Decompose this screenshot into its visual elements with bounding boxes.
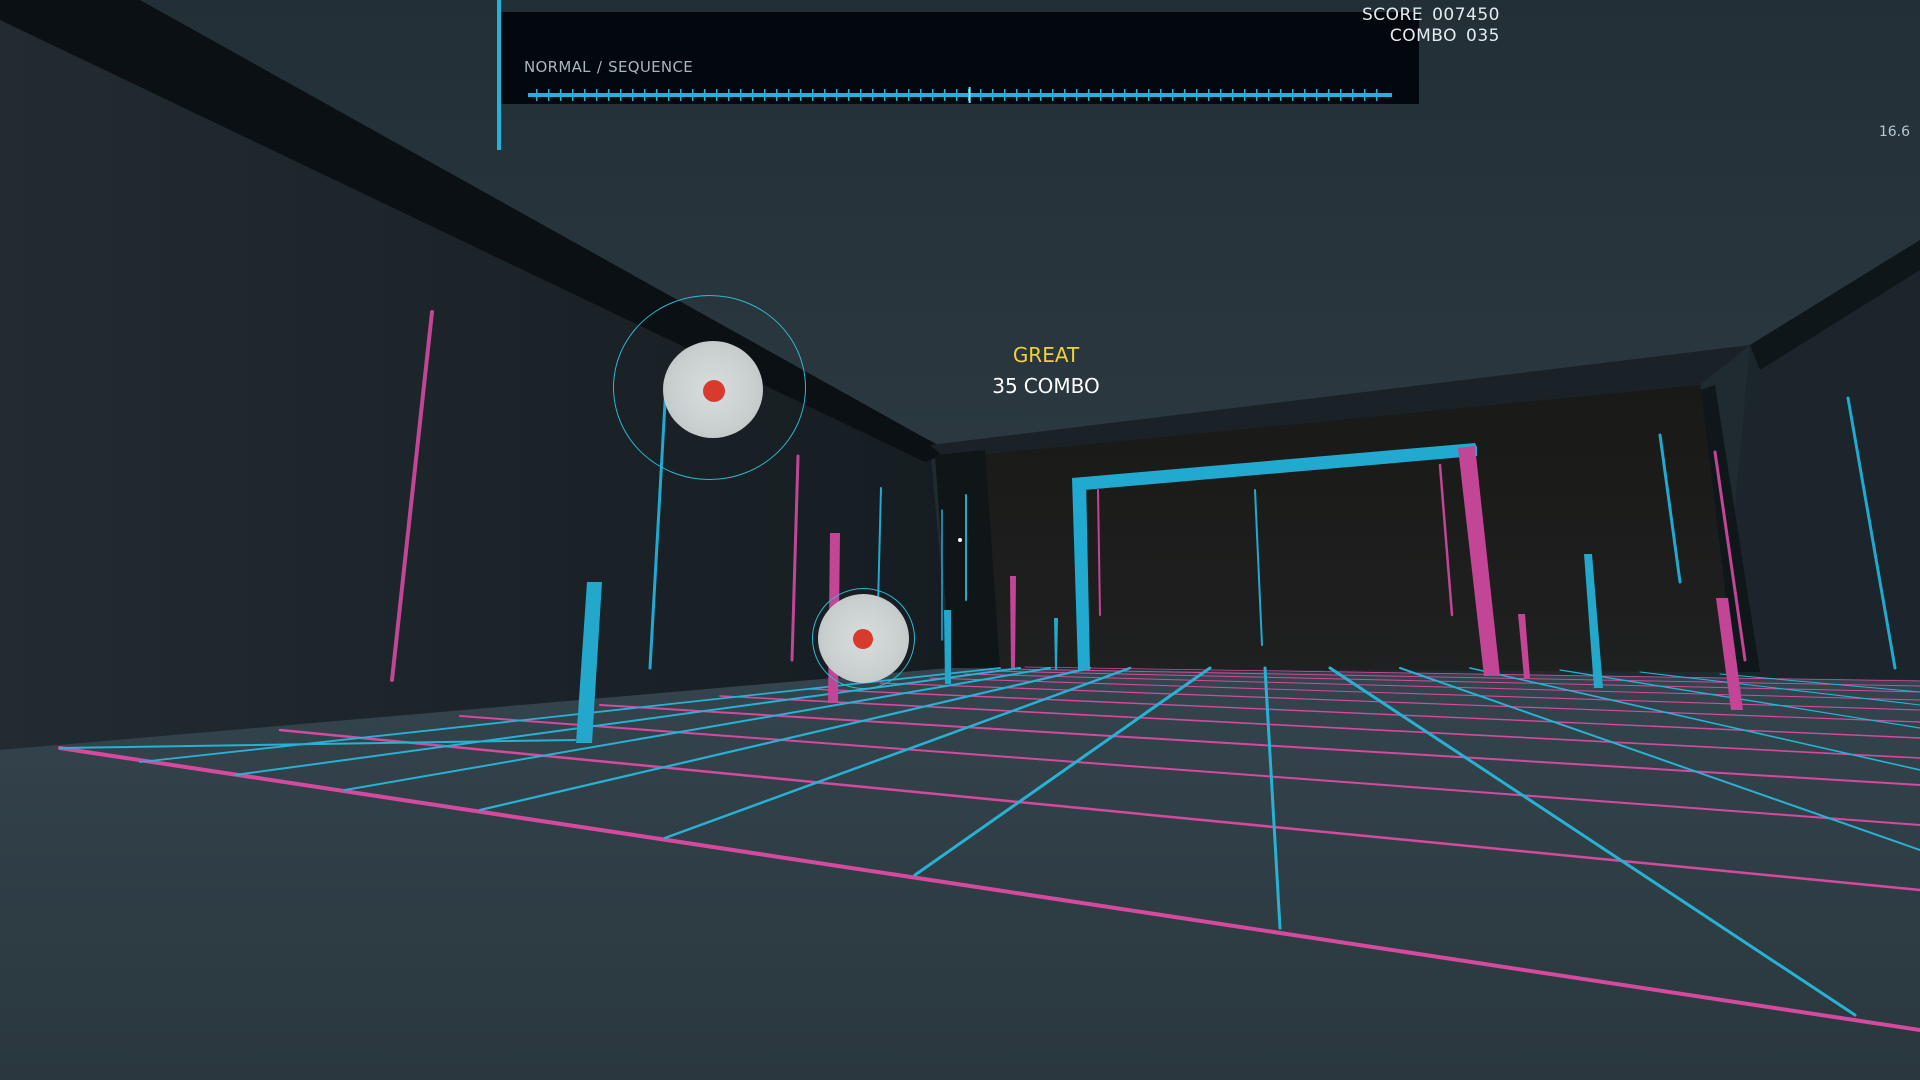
- bullseye-target-icon[interactable]: [812, 588, 916, 690]
- progress-tick: [1316, 89, 1318, 101]
- score-label: SCORE: [1361, 5, 1424, 25]
- progress-tick: [1340, 89, 1342, 101]
- progress-tick: [932, 89, 934, 101]
- progress-tick: [980, 89, 982, 101]
- progress-tick: [824, 89, 826, 101]
- progress-tick: [1220, 89, 1222, 101]
- score-line: SCORE 007450: [1362, 5, 1500, 26]
- progress-tick: [1088, 89, 1090, 101]
- progress-tick: [1304, 89, 1306, 101]
- combo-popup-text: 35 COMBO: [992, 374, 1100, 398]
- progress-tick: [584, 89, 586, 101]
- progress-tick: [548, 89, 550, 101]
- score-value: 007450: [1432, 5, 1500, 25]
- mode-name: SEQUENCE: [608, 58, 694, 76]
- progress-tick: [620, 89, 622, 101]
- progress-tick: [1028, 89, 1030, 101]
- progress-tick: [704, 89, 706, 101]
- progress-tick: [1196, 89, 1198, 101]
- progress-tick: [668, 89, 670, 101]
- progress-tick: [1244, 89, 1246, 101]
- progress-tick: [896, 89, 898, 101]
- progress-tick: [872, 89, 874, 101]
- progress-tick: [1148, 89, 1150, 101]
- progress-tick: [956, 89, 958, 101]
- progress-tick: [776, 89, 778, 101]
- progress-tick: [1256, 89, 1258, 101]
- progress-tick: [1184, 89, 1186, 101]
- progress-tick: [1124, 89, 1126, 101]
- progress-tick: [920, 89, 922, 101]
- progress-tick: [560, 89, 562, 101]
- mode-label: NORMAL / SEQUENCE: [524, 58, 693, 76]
- difficulty-label: NORMAL: [524, 58, 591, 76]
- progress-tick: [1064, 89, 1066, 101]
- progress-tick: [1040, 89, 1042, 101]
- progress-cursor: [968, 87, 971, 103]
- progress-tick: [1364, 89, 1366, 101]
- progress-tick: [1160, 89, 1162, 101]
- progress-tick: [764, 89, 766, 101]
- progress-tick: [800, 89, 802, 101]
- target-core: [703, 380, 725, 402]
- bullseye-target-icon[interactable]: [613, 295, 807, 481]
- target-core: [853, 629, 873, 649]
- combo-value: 035: [1466, 26, 1500, 46]
- progress-tick: [944, 89, 946, 101]
- progress-tick: [536, 89, 538, 101]
- combo-line: COMBO 035: [1362, 26, 1500, 47]
- song-progress-bar: [528, 87, 1392, 103]
- progress-track: [528, 93, 1392, 97]
- progress-tick: [632, 89, 634, 101]
- combo-label: COMBO: [1389, 26, 1458, 46]
- progress-tick: [1208, 89, 1210, 101]
- progress-tick: [836, 89, 838, 101]
- progress-tick: [728, 89, 730, 101]
- progress-tick: [1268, 89, 1270, 101]
- progress-tick: [608, 89, 610, 101]
- progress-tick: [656, 89, 658, 101]
- fps-counter: 16.6: [1878, 124, 1910, 140]
- combo-popup-word: COMBO: [1023, 374, 1100, 398]
- progress-tick: [1292, 89, 1294, 101]
- progress-tick: [1016, 89, 1018, 101]
- progress-tick: [716, 89, 718, 101]
- crosshair-dot-icon: [958, 538, 962, 542]
- combo-popup-count: 35: [992, 374, 1018, 398]
- progress-tick: [908, 89, 910, 101]
- progress-tick: [1052, 89, 1054, 101]
- judgement-text: GREAT: [1012, 343, 1080, 367]
- progress-tick: [848, 89, 850, 101]
- progress-tick: [572, 89, 574, 101]
- progress-tick: [1004, 89, 1006, 101]
- progress-tick: [1232, 89, 1234, 101]
- progress-tick: [596, 89, 598, 101]
- progress-tick: [992, 89, 994, 101]
- progress-tick: [1100, 89, 1102, 101]
- mode-separator: /: [596, 58, 603, 76]
- progress-tick: [1376, 89, 1378, 101]
- progress-tick: [1112, 89, 1114, 101]
- progress-tick: [860, 89, 862, 101]
- progress-tick: [1280, 89, 1282, 101]
- score-block: SCORE 007450 COMBO 035: [1362, 5, 1500, 47]
- progress-tick: [1172, 89, 1174, 101]
- progress-tick: [644, 89, 646, 101]
- progress-tick: [1352, 89, 1354, 101]
- progress-tick: [752, 89, 754, 101]
- progress-tick: [788, 89, 790, 101]
- progress-tick: [692, 89, 694, 101]
- progress-tick: [1328, 89, 1330, 101]
- progress-tick: [1076, 89, 1078, 101]
- progress-tick: [740, 89, 742, 101]
- progress-tick: [812, 89, 814, 101]
- progress-tick: [1136, 89, 1138, 101]
- progress-tick: [680, 89, 682, 101]
- progress-tick: [884, 89, 886, 101]
